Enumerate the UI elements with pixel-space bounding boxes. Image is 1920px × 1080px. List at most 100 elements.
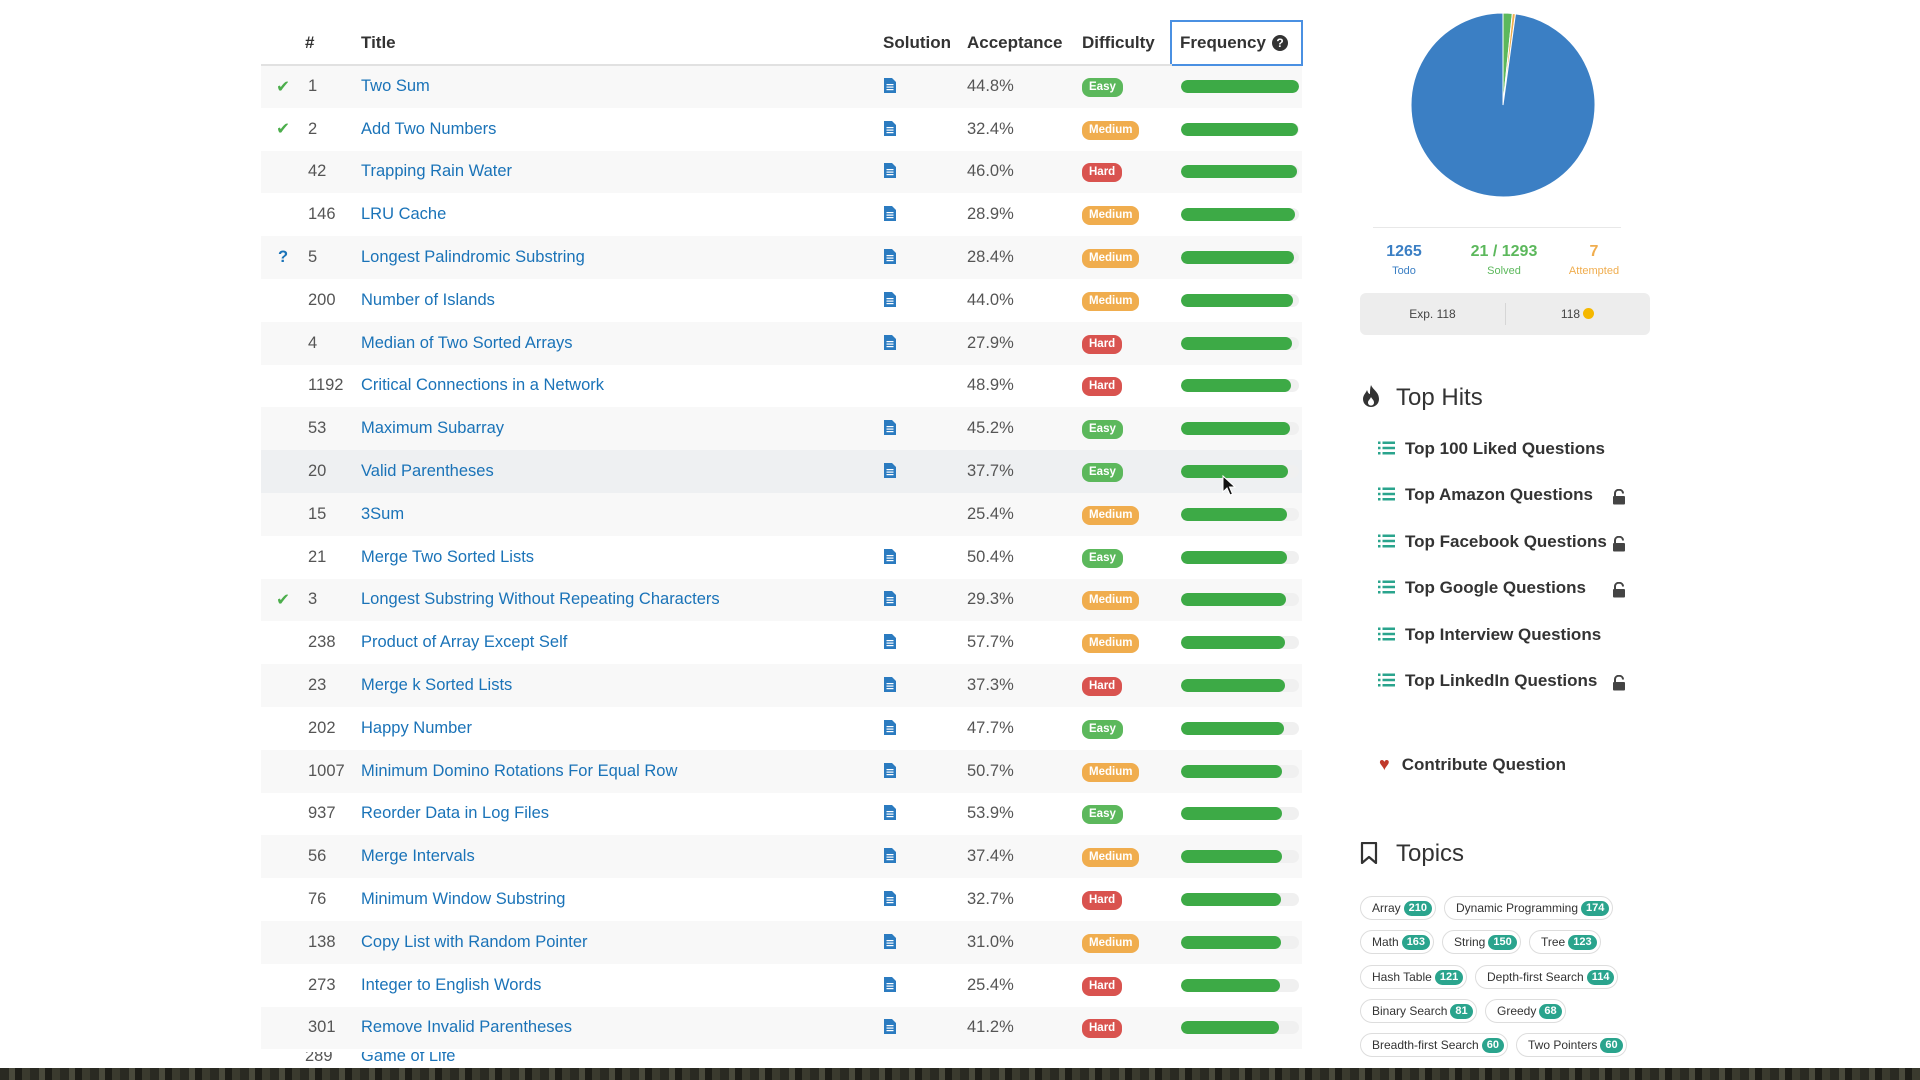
problem-title-link[interactable]: Median of Two Sorted Arrays	[361, 334, 573, 352]
header-frequency[interactable]: Frequency?	[1170, 20, 1303, 66]
topic-tag[interactable]: String 150	[1442, 930, 1521, 955]
topic-tag[interactable]: Binary Search 81	[1360, 998, 1477, 1023]
header-difficulty[interactable]: Difficulty	[1082, 21, 1171, 66]
table-row[interactable]: 53 Maximum Subarray 45.2% Easy	[261, 407, 1302, 451]
problem-title-link[interactable]: Copy List with Random Pointer	[361, 933, 588, 951]
problem-title-link[interactable]: Critical Connections in a Network	[361, 376, 604, 394]
problem-title-link[interactable]: Reorder Data in Log Files	[361, 804, 549, 822]
table-row[interactable]: 15 3Sum 25.4% Medium	[261, 492, 1302, 536]
topic-tag[interactable]: Math 163	[1360, 930, 1435, 955]
stat-todo[interactable]: 1265 Todo	[1359, 243, 1449, 277]
stat-solved[interactable]: 21 / 1293 Solved	[1459, 243, 1549, 277]
solution-document-icon[interactable]	[883, 719, 896, 737]
difficulty-cell: Easy	[1082, 65, 1171, 108]
table-row[interactable]: 138 Copy List with Random Pointer 31.0% Med…	[261, 920, 1302, 964]
solution-document-icon[interactable]	[883, 933, 896, 951]
problem-title-link[interactable]: Two Sum	[361, 77, 430, 95]
table-row[interactable]: 76 Minimum Window Substring 32.7% Hard	[261, 878, 1302, 921]
problem-title-link[interactable]: LRU Cache	[361, 205, 446, 223]
table-row[interactable]: 273 Integer to English Words 25.4% Hard	[261, 964, 1302, 1007]
table-row[interactable]: 1007 Minimum Domino Rotations For Equal R…	[261, 749, 1302, 793]
problem-title-link[interactable]: 3Sum	[361, 505, 404, 523]
problem-title-link[interactable]: Integer to English Words	[361, 976, 541, 994]
problem-title-link[interactable]: Trapping Rain Water	[361, 162, 512, 180]
contribute-question-link[interactable]: ♥ Contribute Question	[1378, 754, 1650, 784]
problem-title-link[interactable]: Merge Intervals	[361, 847, 475, 865]
solution-document-icon[interactable]	[883, 77, 896, 95]
topic-tag[interactable]: Two Pointers 60	[1516, 1033, 1627, 1058]
table-row[interactable]: 202 Happy Number 47.7% Easy	[261, 707, 1302, 750]
top-hits-item[interactable]: Top Facebook Questions	[1378, 532, 1650, 562]
problem-title-link[interactable]: Longest Palindromic Substring	[361, 248, 585, 266]
solution-document-icon[interactable]	[883, 676, 896, 694]
solution-document-icon[interactable]	[883, 334, 896, 352]
solution-document-icon[interactable]	[883, 847, 896, 865]
table-row[interactable]: 21 Merge Two Sorted Lists 50.4% Easy	[261, 536, 1302, 579]
topic-tag[interactable]: Hash Table 121	[1360, 964, 1468, 989]
top-hits-item[interactable]: Top Interview Questions	[1378, 625, 1650, 655]
solution-document-icon[interactable]	[883, 462, 896, 480]
table-row[interactable]: 937 Reorder Data in Log Files 53.9% Easy	[261, 793, 1302, 836]
table-row[interactable]: 20 Valid Parentheses 37.7% Easy	[261, 450, 1302, 493]
topic-tag[interactable]: Greedy 68	[1485, 998, 1566, 1023]
topic-tag[interactable]: Breadth-first Search 60	[1360, 1033, 1508, 1058]
problem-title-link[interactable]: Happy Number	[361, 719, 472, 737]
topic-tag[interactable]: Dynamic Programming 174	[1444, 896, 1614, 920]
problem-title-link[interactable]: Minimum Domino Rotations For Equal Row	[361, 762, 677, 780]
solution-document-icon[interactable]	[883, 976, 896, 994]
problem-id: 53	[308, 419, 327, 438]
table-row[interactable]: 301 Remove Invalid Parentheses 41.2% Hard	[261, 1006, 1302, 1050]
top-hits-item[interactable]: Top Google Questions	[1378, 578, 1650, 608]
problem-title-link[interactable]: Product of Array Except Self	[361, 633, 567, 651]
table-row[interactable]: 42 Trapping Rain Water 46.0% Hard	[261, 150, 1302, 194]
problem-title-link[interactable]: Merge k Sorted Lists	[361, 676, 512, 694]
solution-document-icon[interactable]	[883, 804, 896, 822]
table-row[interactable]: ✔ 2 Add Two Numbers 32.4% Medium	[261, 108, 1302, 151]
problem-title-link[interactable]: Merge Two Sorted Lists	[361, 548, 534, 566]
header-title[interactable]: Title	[361, 21, 883, 66]
solution-document-icon[interactable]	[883, 890, 896, 908]
solution-document-icon[interactable]	[883, 120, 896, 138]
problem-title-link[interactable]: Maximum Subarray	[361, 419, 504, 437]
topic-tag[interactable]: Array 210	[1360, 896, 1437, 920]
topic-tag[interactable]: Tree 123	[1529, 930, 1601, 955]
table-row[interactable]: ✔ 3 Longest Substring Without Repeating Ch…	[261, 578, 1302, 622]
problem-title-link[interactable]: Longest Substring Without Repeating Char…	[361, 590, 720, 608]
solution-document-icon[interactable]	[883, 419, 896, 437]
table-row[interactable]: 23 Merge k Sorted Lists 37.3% Hard	[261, 664, 1302, 707]
table-row[interactable]: ? 5 Longest Palindromic Substring 28.4% Medi…	[261, 236, 1302, 279]
solution-document-icon[interactable]	[883, 548, 896, 566]
solution-document-icon[interactable]	[883, 762, 896, 780]
table-row[interactable]: 146 LRU Cache 28.9% Medium	[261, 193, 1302, 236]
table-row[interactable]: 1192 Critical Connections in a Network 48.…	[261, 365, 1302, 408]
solution-document-icon[interactable]	[883, 248, 896, 266]
top-hits-item[interactable]: Top Amazon Questions	[1378, 485, 1650, 515]
table-row[interactable]: 200 Number of Islands 44.0% Medium	[261, 279, 1302, 322]
problem-title-link[interactable]: Valid Parentheses	[361, 462, 494, 480]
frequency-bar	[1181, 208, 1299, 222]
solution-document-icon[interactable]	[883, 291, 896, 309]
top-hits-item[interactable]: Top LinkedIn Questions	[1378, 671, 1650, 701]
solution-cell	[883, 621, 967, 664]
problem-title-link[interactable]: Minimum Window Substring	[361, 890, 565, 908]
problem-title-link[interactable]: Number of Islands	[361, 291, 495, 309]
stat-attempted[interactable]: 7 Attempted	[1549, 243, 1639, 277]
solution-document-icon[interactable]	[883, 205, 896, 223]
topic-tag[interactable]: Depth-first Search 114	[1475, 964, 1619, 989]
problem-title-link[interactable]: Remove Invalid Parentheses	[361, 1018, 572, 1036]
top-hits-item[interactable]: Top 100 Liked Questions	[1378, 439, 1650, 469]
header-acceptance[interactable]: Acceptance	[967, 21, 1082, 66]
table-row[interactable]: 56 Merge Intervals 37.4% Medium	[261, 835, 1302, 879]
solution-document-icon[interactable]	[883, 162, 896, 180]
solution-document-icon[interactable]	[883, 590, 896, 608]
table-row[interactable]: ✔ 1 Two Sum 44.8% Easy	[261, 65, 1302, 108]
solution-document-icon[interactable]	[883, 1018, 896, 1036]
table-row[interactable]: 238 Product of Array Except Self 57.7% Medi…	[261, 621, 1302, 664]
table-row[interactable]: 4 Median of Two Sorted Arrays 27.9% Hard	[261, 321, 1302, 365]
header-solution[interactable]: Solution	[883, 21, 967, 66]
header-id[interactable]: #	[305, 21, 361, 66]
help-icon[interactable]: ?	[1271, 35, 1288, 51]
difficulty-badge: Medium	[1082, 762, 1140, 782]
problem-title-link[interactable]: Add Two Numbers	[361, 120, 496, 138]
solution-document-icon[interactable]	[883, 633, 896, 651]
